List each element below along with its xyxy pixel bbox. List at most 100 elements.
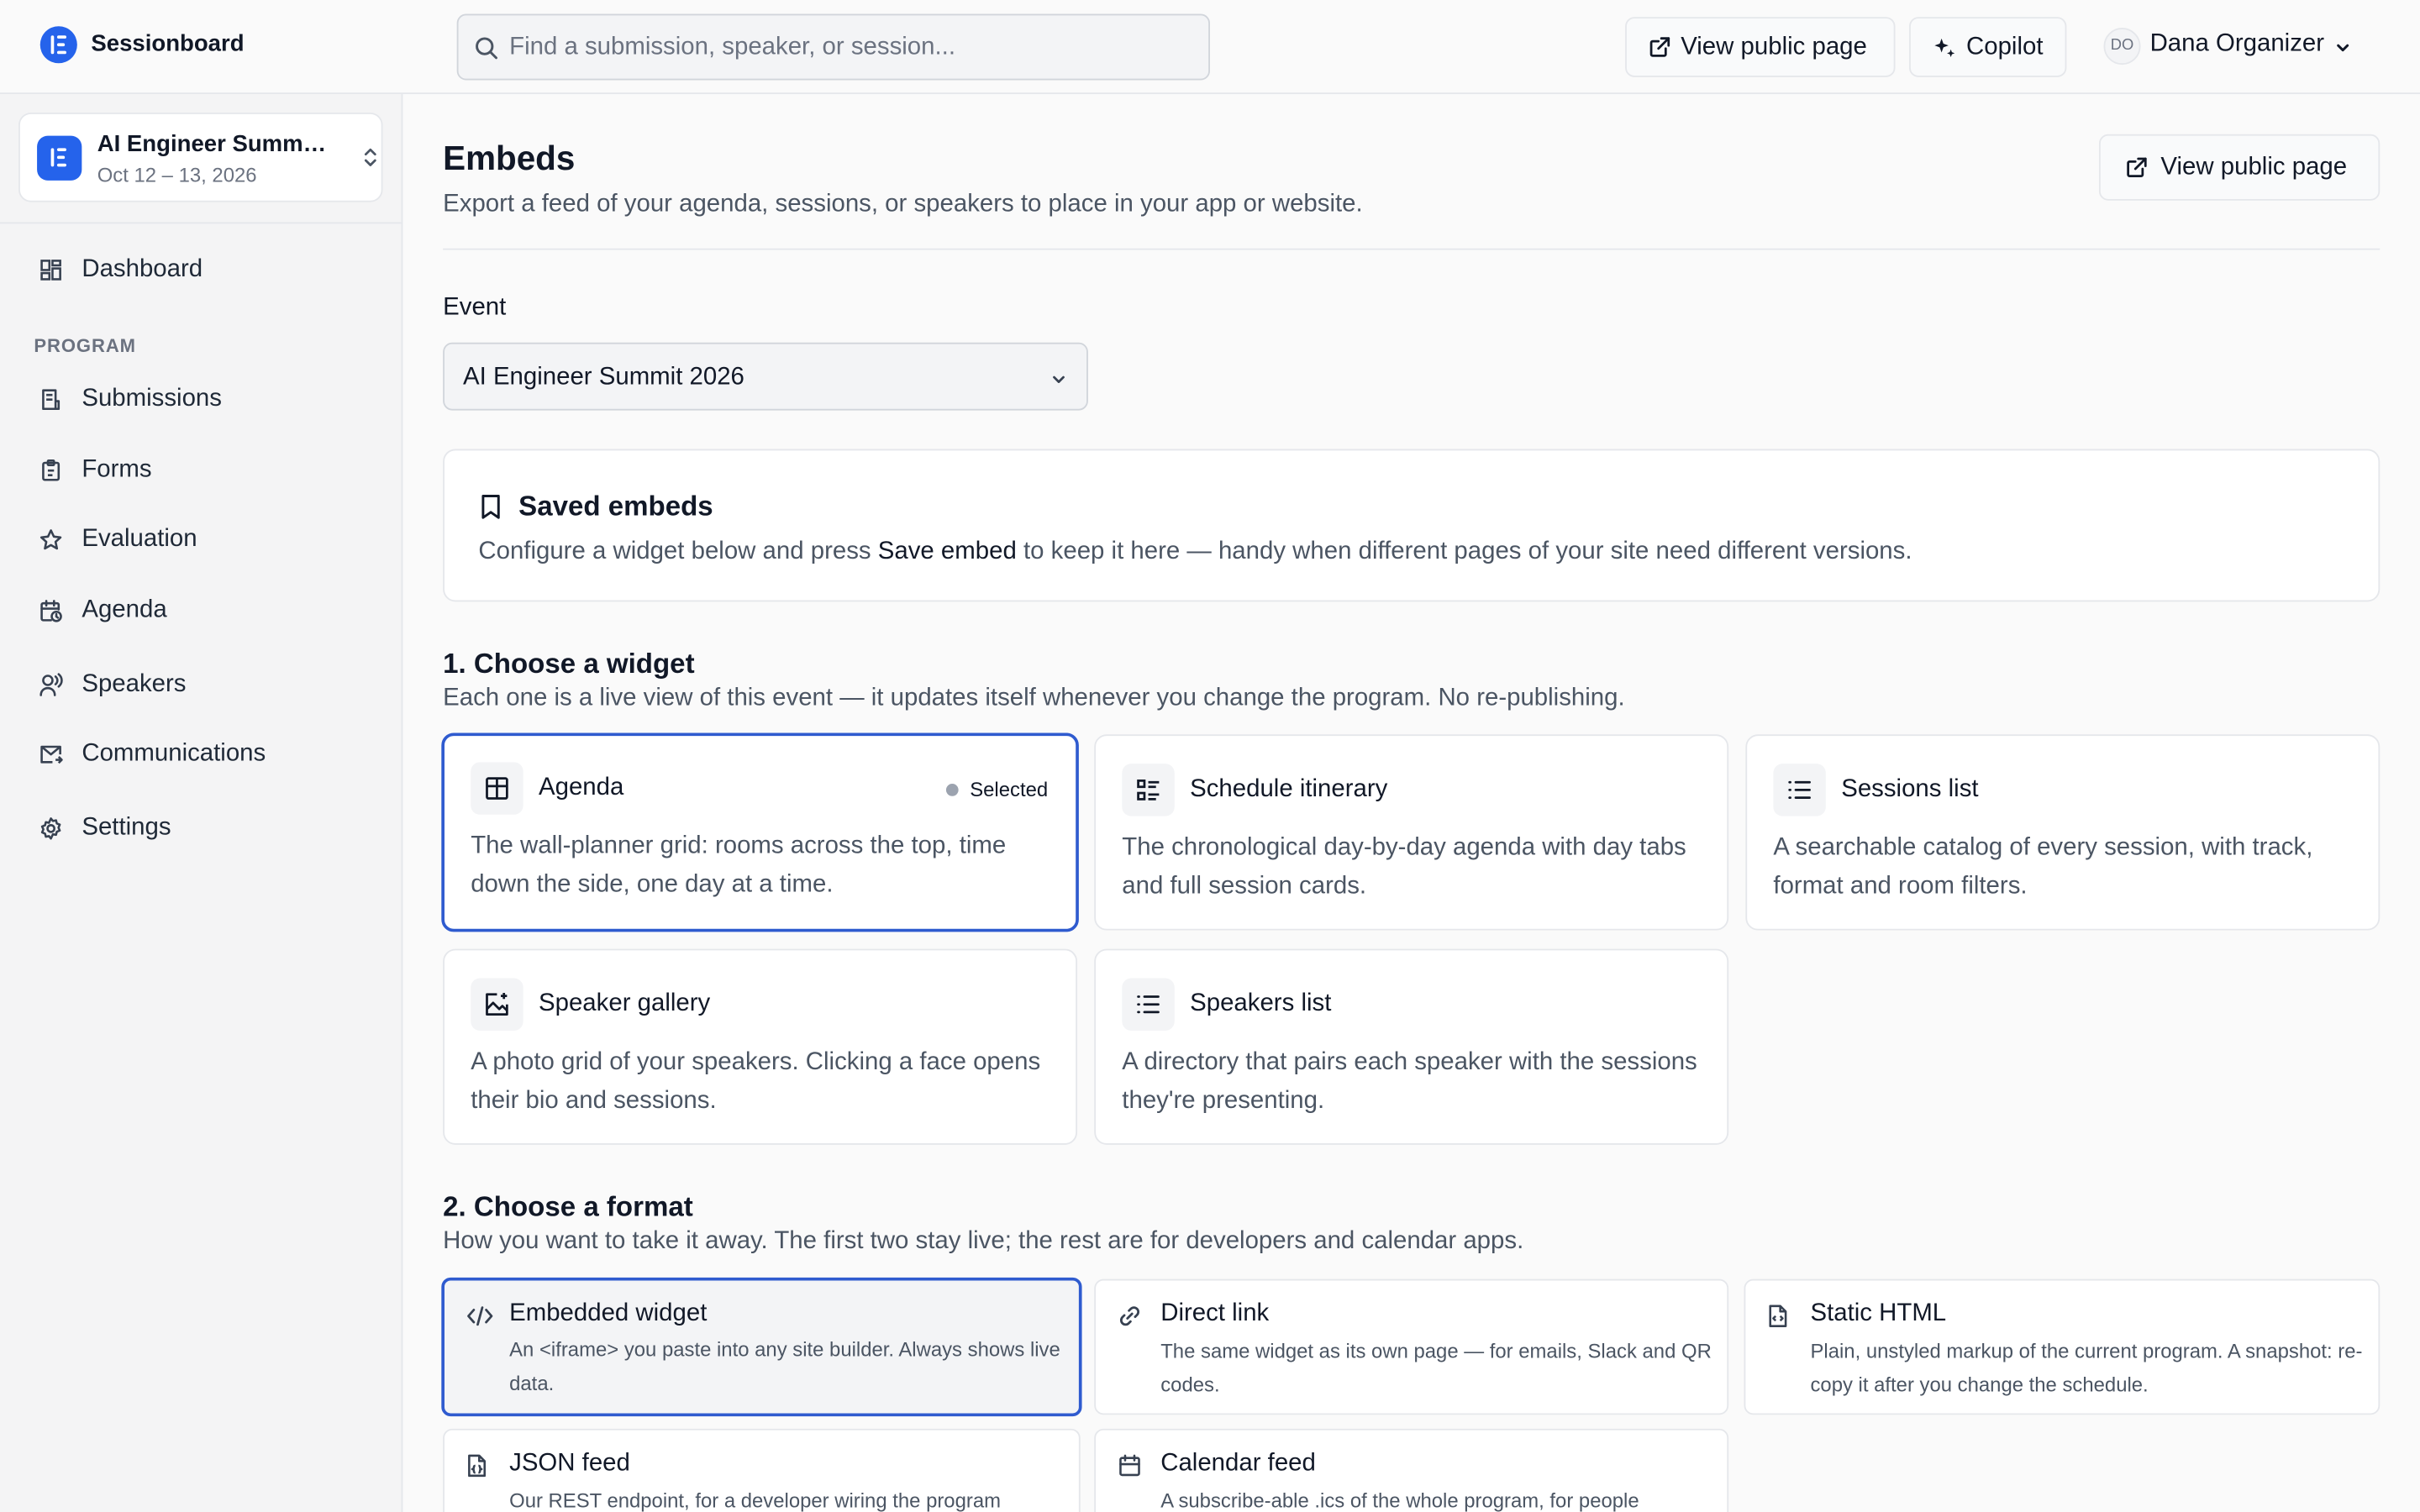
file-json-icon bbox=[468, 1454, 487, 1478]
code-icon bbox=[467, 1306, 493, 1326]
sidebar-item-label: Settings bbox=[82, 814, 171, 842]
format-card-calendar-feed[interactable]: Calendar feed A subscribe-able .ics of t… bbox=[1094, 1428, 1729, 1512]
sidebar-item-dashboard[interactable]: Dashboard bbox=[22, 242, 380, 297]
selected-badge: Selected bbox=[946, 777, 1049, 801]
saved-embeds-panel: Saved embeds Configure a widget below an… bbox=[443, 449, 2381, 602]
saved-embeds-description: Configure a widget below and press Save … bbox=[478, 538, 1912, 566]
event-field-label: Event bbox=[443, 294, 507, 322]
global-search[interactable] bbox=[456, 13, 1211, 81]
chevrons-up-down-icon bbox=[364, 148, 376, 166]
widget-card-sessions-list[interactable]: Sessions list A searchable catalog of ev… bbox=[1745, 734, 2381, 931]
format-card-direct-link[interactable]: Direct link The same widget as its own p… bbox=[1094, 1278, 1729, 1415]
widget-card-title: Schedule itinerary bbox=[1190, 775, 1388, 803]
widget-section-title: 1. Choose a widget bbox=[443, 648, 695, 680]
widget-card-description: The wall-planner grid: rooms across the … bbox=[471, 832, 1007, 898]
view-public-page-label: View public page bbox=[2160, 153, 2348, 180]
widget-card-title: Agenda bbox=[539, 774, 624, 801]
sidebar-item-label: Dashboard bbox=[82, 255, 203, 283]
star-icon bbox=[39, 529, 62, 550]
file-code-icon bbox=[1769, 1305, 1787, 1327]
search-input[interactable] bbox=[509, 15, 1189, 79]
sessionboard-logo-icon[interactable] bbox=[39, 26, 77, 64]
selected-badge-label: Selected bbox=[970, 777, 1049, 801]
widget-card-title: Speaker gallery bbox=[539, 990, 711, 1017]
sidebar-item-forms[interactable]: Forms bbox=[22, 443, 380, 498]
sparkles-icon bbox=[1934, 38, 1955, 57]
submissions-icon bbox=[42, 389, 60, 411]
format-card-description: The same widget as its own page — for em… bbox=[1160, 1339, 1712, 1397]
widget-card-speakers-list[interactable]: Speakers list A directory that pairs eac… bbox=[1094, 948, 1729, 1145]
copilot-button[interactable]: Copilot bbox=[1909, 17, 2067, 77]
widget-card-title: Speakers list bbox=[1190, 990, 1332, 1017]
widget-card-agenda[interactable]: Agenda Selected The wall-planner grid: r… bbox=[441, 732, 1079, 932]
itinerary-icon bbox=[1137, 780, 1160, 801]
brand-name: Sessionboard bbox=[91, 30, 245, 57]
list-icon bbox=[1788, 780, 1811, 799]
sidebar: AI Engineer Summit 2026 Oct 12 – 13, 202… bbox=[0, 94, 403, 1512]
app-root: Sessionboard View public page Copilot DO… bbox=[0, 0, 2420, 1512]
widget-card-title: Sessions list bbox=[1841, 775, 1979, 803]
widget-card-description: A photo grid of your speakers. Clicking … bbox=[471, 1048, 1041, 1115]
view-public-page-button-main[interactable]: View public page bbox=[2098, 134, 2381, 201]
format-card-embedded-widget[interactable]: Embedded widget An <iframe> you paste in… bbox=[441, 1277, 1082, 1417]
widget-card-schedule-itinerary[interactable]: Schedule itinerary The chronological day… bbox=[1094, 734, 1729, 931]
saved-desc-before: Configure a widget below and press bbox=[478, 538, 871, 565]
header-divider bbox=[443, 248, 2381, 250]
link-icon bbox=[1119, 1306, 1139, 1326]
main-content: Embeds Export a feed of your agenda, ses… bbox=[402, 94, 2420, 1512]
clipboard-icon bbox=[42, 459, 60, 481]
external-link-icon bbox=[1649, 37, 1670, 57]
view-public-page-label: View public page bbox=[1681, 33, 1867, 60]
format-card-description: A subscribe-able .ics of the whole progr… bbox=[1160, 1488, 1639, 1512]
gallery-icon bbox=[486, 992, 508, 1016]
saved-embeds-title: Saved embeds bbox=[518, 491, 713, 522]
widget-icon-box bbox=[471, 978, 523, 1031]
view-public-page-button[interactable]: View public page bbox=[1625, 17, 1896, 77]
bookmark-icon bbox=[481, 495, 500, 519]
chevron-down-icon bbox=[1053, 375, 1065, 383]
event-logo-icon bbox=[37, 135, 82, 181]
sidebar-item-label: Submissions bbox=[82, 386, 222, 412]
event-select[interactable]: AI Engineer Summit 2026 bbox=[443, 342, 1088, 411]
sidebar-item-evaluation[interactable]: Evaluation bbox=[22, 512, 380, 568]
dashboard-icon bbox=[40, 260, 61, 281]
event-switcher[interactable]: AI Engineer Summit 2026 Oct 12 – 13, 202… bbox=[18, 113, 383, 202]
calendar-clock-icon bbox=[40, 600, 62, 622]
page-title: Embeds bbox=[443, 139, 576, 178]
selected-dot-icon bbox=[946, 783, 960, 795]
user-menu-name[interactable]: Dana Organizer bbox=[2150, 31, 2324, 59]
format-card-description: Our REST endpoint, for a developer wirin… bbox=[509, 1488, 1002, 1512]
event-select-value: AI Engineer Summit 2026 bbox=[463, 364, 744, 391]
format-card-description: An <iframe> you paste into any site buil… bbox=[509, 1337, 1060, 1395]
format-card-static-html[interactable]: Static HTML Plain, unstyled markup of th… bbox=[1744, 1278, 2381, 1415]
sidebar-section-program: PROGRAM bbox=[34, 334, 136, 357]
sidebar-item-label: Evaluation bbox=[82, 526, 197, 553]
user-avatar[interactable]: DO bbox=[2103, 28, 2141, 66]
top-bar: Sessionboard View public page Copilot DO… bbox=[0, 0, 2420, 95]
sidebar-item-communications[interactable]: Communications bbox=[22, 727, 380, 782]
sidebar-item-settings[interactable]: Settings bbox=[22, 801, 380, 856]
sidebar-item-label: Speakers bbox=[82, 670, 187, 698]
saved-desc-bold: Save embed bbox=[877, 538, 1017, 565]
calendar-icon bbox=[1119, 1454, 1140, 1477]
event-switcher-name: AI Engineer Summit 2026 bbox=[97, 131, 329, 158]
sidebar-item-speakers[interactable]: Speakers bbox=[22, 657, 380, 712]
widget-card-speaker-gallery[interactable]: Speaker gallery A photo grid of your spe… bbox=[443, 948, 1078, 1145]
grid-icon bbox=[486, 777, 508, 800]
format-card-json-feed[interactable]: JSON feed Our REST endpoint, for a devel… bbox=[443, 1428, 1081, 1512]
saved-desc-after: to keep it here — handy when different p… bbox=[1023, 538, 1912, 565]
sidebar-item-label: Forms bbox=[82, 456, 152, 483]
external-link-icon bbox=[2127, 157, 2147, 177]
widget-card-description: A searchable catalog of every session, w… bbox=[1773, 834, 2313, 900]
sidebar-item-label: Agenda bbox=[82, 596, 167, 624]
sidebar-item-label: Communications bbox=[82, 740, 266, 767]
format-card-title: Embedded widget bbox=[509, 1300, 708, 1327]
list-icon bbox=[1137, 995, 1160, 1014]
sidebar-item-agenda[interactable]: Agenda bbox=[22, 583, 380, 638]
sidebar-divider bbox=[0, 222, 402, 224]
page-subtitle: Export a feed of your agenda, sessions, … bbox=[443, 191, 1363, 218]
speaker-icon bbox=[39, 673, 63, 696]
gear-icon bbox=[40, 817, 61, 840]
sidebar-item-submissions[interactable]: Submissions bbox=[22, 372, 380, 428]
chevron-down-icon[interactable] bbox=[2333, 39, 2352, 57]
